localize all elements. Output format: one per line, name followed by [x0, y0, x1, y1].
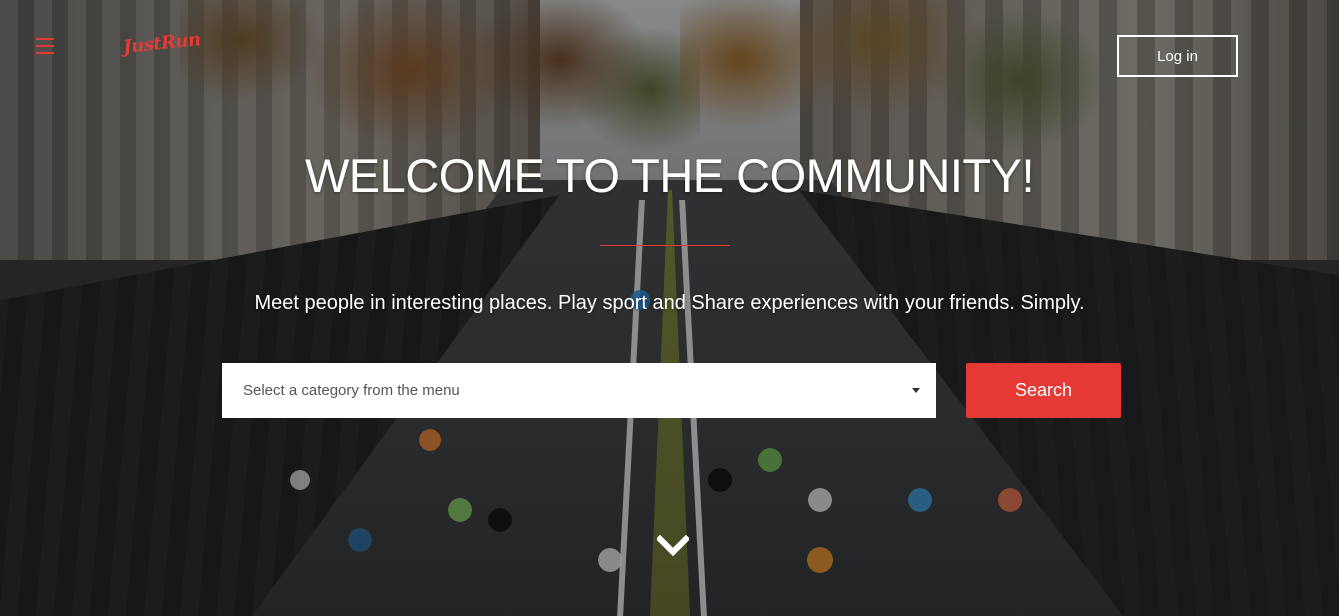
page-title: WELCOME TO THE COMMUNITY! — [304, 149, 1035, 202]
category-select[interactable]: Select a category from the menu — [222, 363, 936, 418]
chevron-down-icon[interactable] — [657, 534, 689, 558]
category-select-placeholder: Select a category from the menu — [243, 382, 460, 399]
title-divider — [600, 245, 730, 246]
hero-section: JustRun Log in WELCOME TO THE COMMUNITY!… — [0, 0, 1339, 616]
login-button[interactable]: Log in — [1117, 35, 1238, 77]
hamburger-menu-icon[interactable] — [36, 38, 54, 54]
caret-down-icon — [912, 388, 920, 393]
search-button[interactable]: Search — [966, 363, 1121, 418]
hero-subtitle: Meet people in interesting places. Play … — [254, 292, 1085, 314]
